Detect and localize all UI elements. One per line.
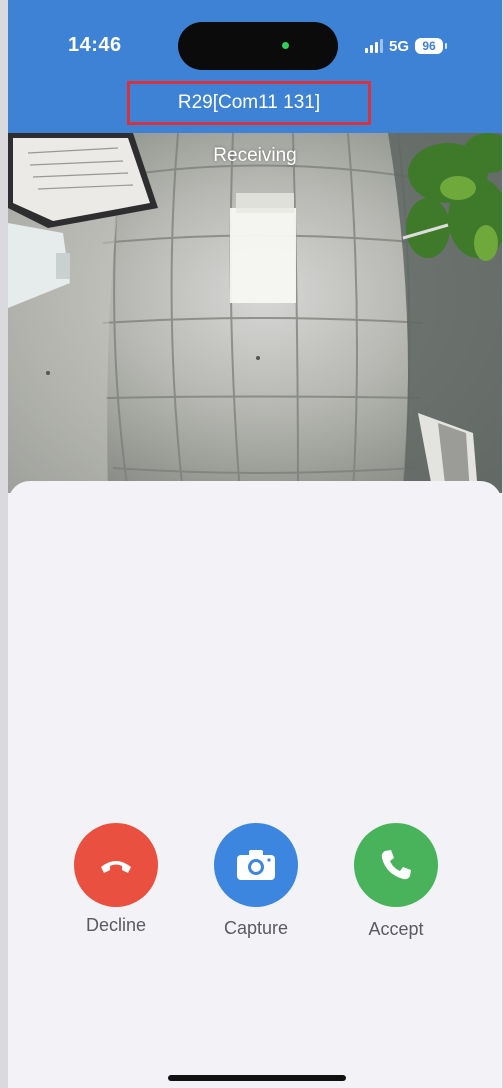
accept-label: Accept: [368, 919, 424, 939]
battery-level: 96: [422, 39, 436, 53]
decline-label: Decline: [85, 915, 147, 935]
battery-cap: [445, 43, 448, 49]
home-indicator[interactable]: [168, 1075, 346, 1081]
page-title: R29[Com11 131]: [127, 81, 371, 125]
camera-feed: Receiving: [8, 133, 502, 493]
decline-button[interactable]: [74, 823, 158, 907]
capture-action: Capture: [201, 823, 311, 939]
camera-scene: [8, 133, 502, 493]
status-time: 14:46: [68, 34, 122, 56]
dynamic-island: [178, 22, 338, 70]
accept-action: Accept: [341, 823, 451, 940]
phone-hangup-icon: [101, 861, 131, 873]
capture-label: Capture: [223, 918, 289, 938]
phone-screen: 14:46 5G 96 R29[Com11 131] Receiving Dec…: [8, 0, 502, 1088]
status-icons: 5G 96: [365, 36, 448, 56]
connection-status: Receiving: [213, 145, 297, 166]
capture-button[interactable]: [214, 823, 298, 907]
camera-indicator-dot: [282, 42, 289, 49]
call-actions-sheet: [8, 481, 502, 1088]
battery-icon: 96: [415, 38, 444, 54]
header-bar: 14:46 5G 96 R29[Com11 131]: [8, 0, 502, 133]
network-type: 5G: [389, 37, 410, 55]
accept-button[interactable]: [354, 823, 438, 907]
camera-icon: [237, 850, 275, 880]
signal-icon: [365, 39, 383, 53]
phone-icon: [381, 850, 411, 880]
decline-action: Decline: [61, 823, 171, 936]
